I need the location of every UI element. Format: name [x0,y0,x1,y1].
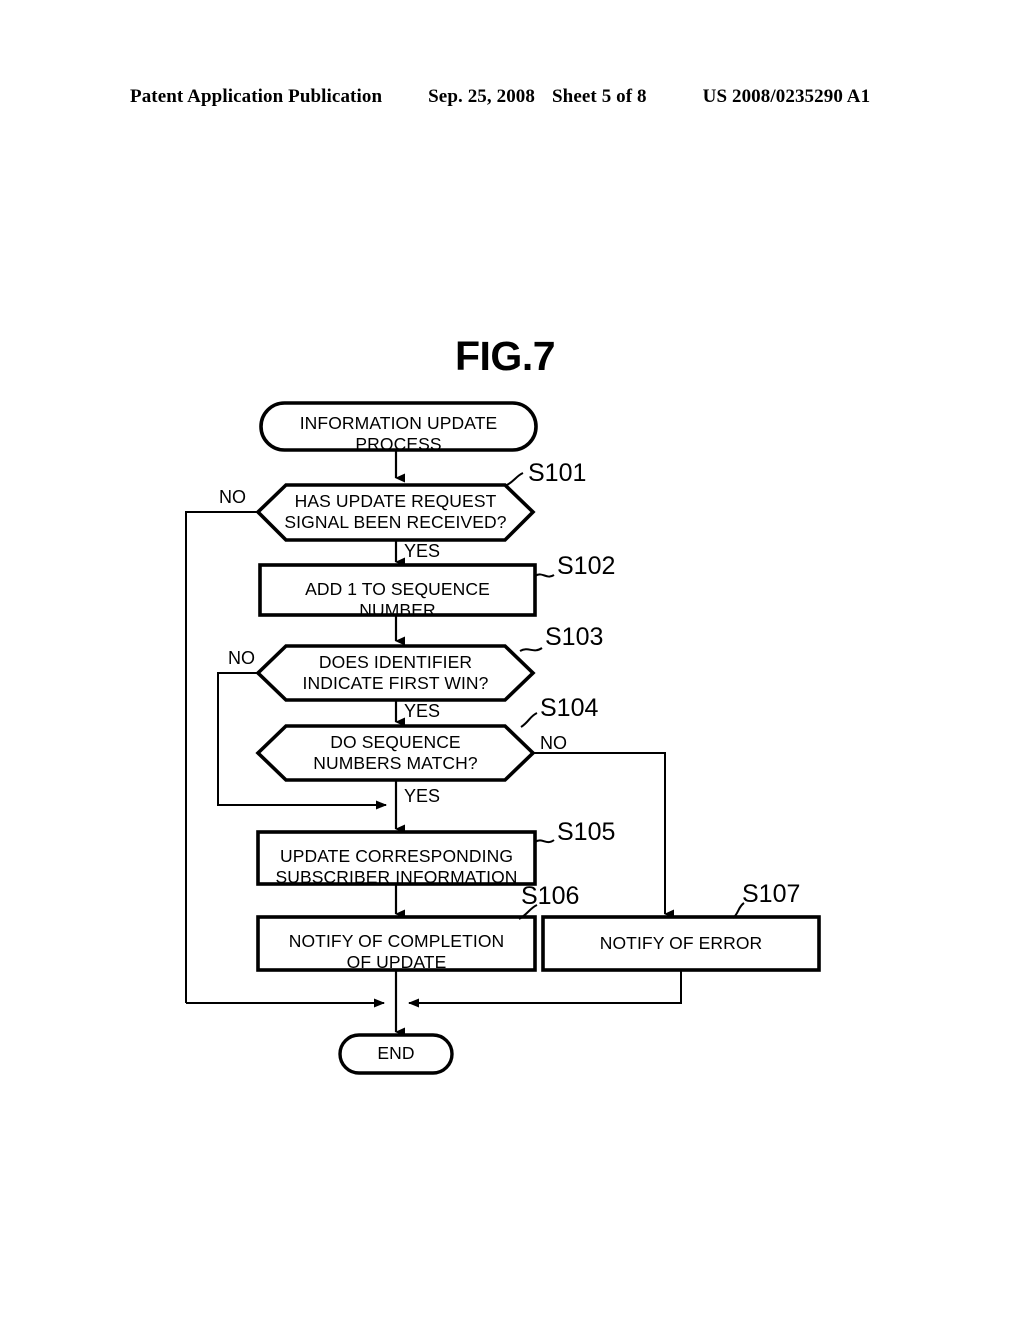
flowchart-diagram [185,401,821,1075]
s106-process-shape [256,915,537,972]
leader-s101 [504,472,524,487]
start-terminal-shape [259,401,538,452]
ref-label-s102: S102 [557,552,616,580]
s107-process-shape [541,915,821,972]
leader-s104 [520,712,538,728]
s105-process-shape [256,830,537,886]
edge-label-s101-no: NO [219,487,246,507]
ref-label-s106: S106 [521,882,580,910]
leader-s105 [534,839,555,844]
edge-label-s103-no: NO [228,648,255,668]
s103-decision-shape [255,644,536,702]
edge-label-s104-no: NO [540,733,567,753]
leader-s102 [534,573,555,578]
leader-s103 [519,647,543,652]
patent-page: Patent Application Publication Sep. 25, … [0,0,1024,1320]
ref-label-s105: S105 [557,818,616,846]
end-terminal-shape [338,1033,454,1075]
edge-label-s101-yes: YES [404,541,441,561]
edge-s101-no-loop [185,511,258,1003]
s101-decision-shape [255,483,536,542]
ref-label-s104: S104 [540,694,599,722]
ref-label-s103: S103 [545,623,604,651]
edge-label-s103-yes: YES [404,701,441,721]
ref-label-s101: S101 [528,459,587,487]
edge-label-s104-yes: YES [404,786,441,806]
s104-decision-shape [255,724,536,782]
ref-label-s107: S107 [742,880,801,908]
s102-process-shape [258,563,537,617]
edge-s107-to-merge [408,970,682,1008]
